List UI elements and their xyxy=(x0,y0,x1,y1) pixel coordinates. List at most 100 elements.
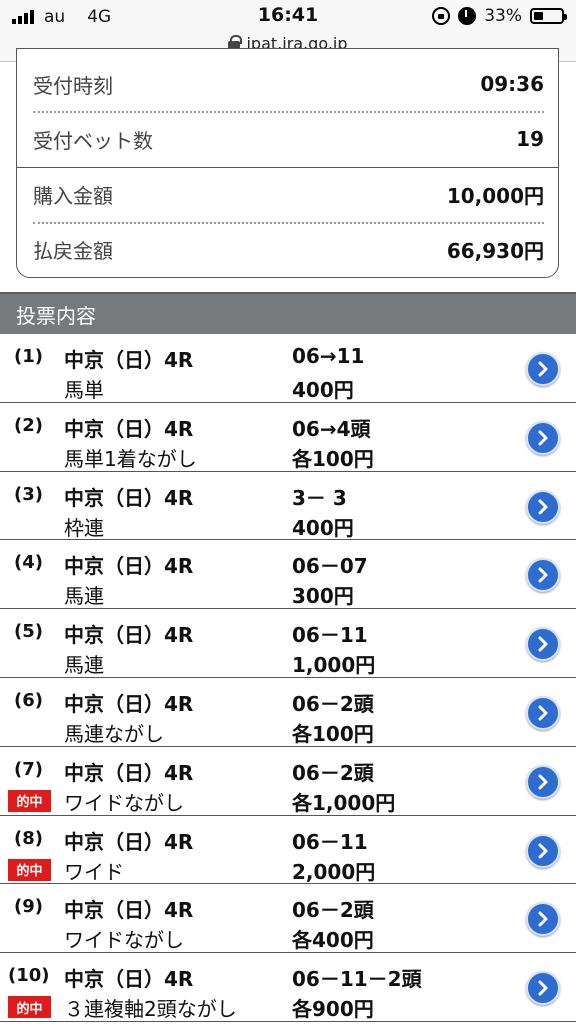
chevron-right-icon xyxy=(538,705,548,721)
bet-amount: 各100円 xyxy=(292,721,374,746)
bet-combination: 06→4頭 xyxy=(292,416,371,441)
rotation-lock-icon xyxy=(432,7,451,25)
detail-arrow-button[interactable] xyxy=(526,558,560,593)
bet-type: ３連複軸2頭ながし xyxy=(64,997,237,1022)
bet-race: 中京（日）4R xyxy=(64,967,194,992)
summary-label: 購入金額 xyxy=(33,183,113,208)
bet-list: (1) 中京（日）4R 馬単 06→11 400円 (2) 中京（日）4R 馬単1着ながし 06… xyxy=(0,334,576,1022)
bet-combination: 06－2頭 xyxy=(292,691,374,716)
bet-race: 中京（日）4R xyxy=(64,348,194,372)
bet-type: ワイドながし xyxy=(64,790,184,815)
battery-icon xyxy=(530,8,567,24)
bet-race: 中京（日）4R xyxy=(64,623,194,648)
bet-type: 枠連 xyxy=(64,515,104,540)
bet-row[interactable]: (10) 中京（日）4R ３連複軸2頭ながし 06－11－2頭 各900円 的中 xyxy=(0,953,576,1022)
bet-row[interactable]: (6) 中京（日）4R 馬連ながし 06－2頭各100円 xyxy=(0,677,576,747)
bet-race: 中京（日）4R xyxy=(64,691,194,716)
bet-combination: 06－2頭 xyxy=(292,898,374,923)
chevron-right-icon xyxy=(538,567,548,583)
bet-row[interactable]: (1) 中京（日）4R 馬単 06→11 400円 xyxy=(0,334,576,403)
battery-level-fill xyxy=(534,12,543,20)
detail-arrow-button[interactable] xyxy=(526,764,560,799)
hit-badge: 的中 xyxy=(8,858,51,881)
bet-amount: 300円 xyxy=(292,584,354,609)
status-right: 33% xyxy=(432,4,567,28)
summary-label: 受付ベット数 xyxy=(33,128,153,153)
detail-arrow-button[interactable] xyxy=(526,695,560,730)
bet-combination: 06－11 xyxy=(292,829,368,854)
bet-race: 中京（日）4R xyxy=(64,416,194,441)
bet-number: (4) xyxy=(14,552,43,574)
bet-amount: 各400円 xyxy=(292,928,374,953)
summary-value: 66,930円 xyxy=(446,238,544,263)
bet-row[interactable]: (7) 中京（日）4R ワイドながし 06－2頭 各1,000円 的中 xyxy=(0,746,576,816)
detail-arrow-button[interactable] xyxy=(526,833,560,868)
section-header: 投票内容 xyxy=(0,292,576,334)
chevron-right-icon xyxy=(538,636,548,652)
bet-row[interactable]: (4) 中京（日）4R 馬連 06－07 300円 xyxy=(0,540,576,610)
bet-race: 中京（日）4R xyxy=(64,760,194,785)
summary-value: 10,000円 xyxy=(446,183,544,208)
bet-number: (6) xyxy=(14,689,43,711)
bet-race: 中京（日）4R xyxy=(64,829,194,854)
summary-card: 受付時刻 09:36 受付ベット数 19 購入金額 10,000円 払戻金額 6… xyxy=(16,48,559,278)
bet-number: (2) xyxy=(14,414,43,436)
bet-amount: 400円 xyxy=(292,378,354,402)
bet-combination: 06－07 xyxy=(292,554,368,579)
detail-arrow-button[interactable] xyxy=(526,420,560,455)
bet-row[interactable]: (5) 中京（日）4R 馬連 06－11 1,000円 xyxy=(0,609,576,678)
chevron-right-icon xyxy=(538,980,548,996)
bet-race: 中京（日）4R xyxy=(64,554,194,579)
summary-value: 09:36 xyxy=(480,72,544,96)
summary-row-purchase: 購入金額 10,000円 xyxy=(33,167,544,221)
bet-amount: 2,000円 xyxy=(292,859,376,884)
chevron-right-icon xyxy=(538,361,548,377)
bet-amount: 各900円 xyxy=(292,997,374,1022)
bet-row[interactable]: (2) 中京（日）4R 馬単1着ながし 06→4頭各100円 xyxy=(0,402,576,472)
bet-type: 馬単1着ながし xyxy=(64,446,197,471)
detail-arrow-button[interactable] xyxy=(526,902,560,937)
chevron-right-icon xyxy=(538,430,548,446)
chevron-right-icon xyxy=(538,911,548,927)
bet-type: ワイド xyxy=(64,859,124,884)
bet-combination: 06－11－2頭 xyxy=(292,967,422,992)
bet-number: (1) xyxy=(14,346,43,367)
bet-race: 中京（日）4R xyxy=(64,898,194,923)
bet-race: 中京（日）4R xyxy=(64,485,194,510)
bet-row[interactable]: (8) 中京（日）4R ワイド 06－11 2,000円 的中 xyxy=(0,815,576,885)
bet-type: 馬連ながし xyxy=(64,721,164,746)
summary-row-payout: 払戻金額 66,930円 xyxy=(33,222,544,276)
summary-value: 19 xyxy=(516,127,544,151)
chevron-right-icon xyxy=(538,843,548,859)
summary-row-time: 受付時刻 09:36 xyxy=(33,57,544,111)
bet-number: (3) xyxy=(14,483,43,505)
bet-number: (5) xyxy=(14,621,43,643)
bet-row[interactable]: (3) 中京（日）4R 枠連 3－ 3 400円 xyxy=(0,471,576,541)
chevron-right-icon xyxy=(538,774,548,790)
detail-arrow-button[interactable] xyxy=(526,627,560,662)
bet-number: (10) xyxy=(8,965,50,987)
detail-arrow-button[interactable] xyxy=(526,489,560,524)
bet-combination: 3－ 3 xyxy=(292,485,347,510)
bet-amount: 1,000円 xyxy=(292,653,376,678)
hit-badge: 的中 xyxy=(8,789,51,812)
summary-label: 払戻金額 xyxy=(33,238,113,263)
bet-type: 馬連 xyxy=(64,653,104,678)
bet-type: 馬連 xyxy=(64,584,104,609)
hit-badge: 的中 xyxy=(8,996,51,1019)
alarm-icon xyxy=(458,7,477,25)
bet-number: (7) xyxy=(14,758,43,780)
bet-combination: 06→11 xyxy=(292,344,365,368)
bet-combination: 06－11 xyxy=(292,623,368,648)
detail-arrow-button[interactable] xyxy=(526,971,560,1006)
bet-amount: 400円 xyxy=(292,515,354,540)
detail-arrow-button[interactable] xyxy=(526,352,560,386)
summary-label: 受付時刻 xyxy=(33,73,113,98)
bet-row[interactable]: (9) 中京（日）4R ワイドながし 06－2頭各400円 xyxy=(0,884,576,954)
battery-percent: 33% xyxy=(484,6,522,26)
bet-amount: 各100円 xyxy=(292,446,374,471)
chevron-right-icon xyxy=(538,499,548,515)
bet-number: (8) xyxy=(14,827,43,849)
bet-type: ワイドながし xyxy=(64,928,184,953)
bet-number: (9) xyxy=(14,896,43,918)
